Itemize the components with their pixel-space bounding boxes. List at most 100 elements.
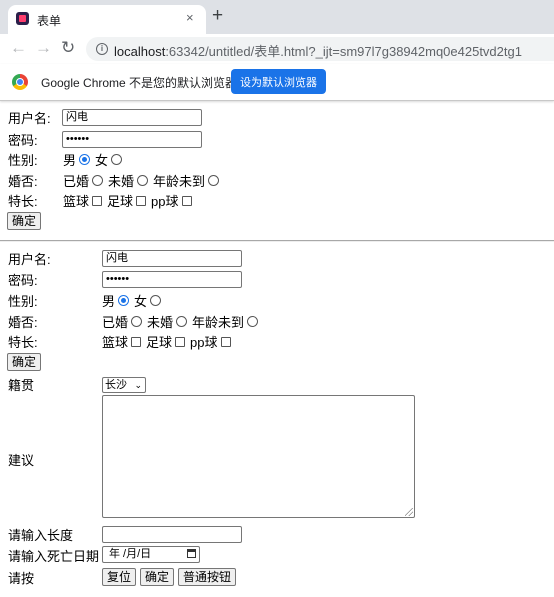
address-bar[interactable]: i localhost:63342/untitled/表单.html?_ijt=… — [86, 37, 554, 61]
default-browser-infobar: Google Chrome 不是您的默认浏览器 设为默认浏览器 — [0, 64, 554, 101]
skill-basketball-option[interactable]: 篮球 — [102, 332, 142, 351]
close-icon[interactable]: × — [186, 10, 194, 25]
gender-male-radio[interactable] — [79, 154, 91, 165]
skills-label: 特长: — [8, 194, 38, 209]
tab-active[interactable]: 表单 × — [8, 5, 206, 34]
reset-button[interactable]: 复位 — [102, 568, 137, 586]
marital-married-option[interactable]: 已婚 — [63, 171, 104, 190]
resize-handle[interactable] — [405, 508, 413, 516]
skill-basketball-label: 篮球 — [102, 335, 129, 350]
gender-male-label: 男 — [63, 153, 77, 168]
skill-pingpong-label: pp球 — [190, 335, 218, 350]
plus-icon[interactable]: + — [212, 5, 223, 27]
skill-basketball-option[interactable]: 篮球 — [63, 191, 103, 210]
infobar-message: Google Chrome 不是您的默认浏览器 — [41, 76, 238, 90]
password-label: 密码: — [8, 273, 38, 288]
marital-married-radio[interactable] — [131, 316, 143, 327]
back-arrow-icon[interactable]: ← — [10, 38, 27, 58]
section-divider — [0, 240, 554, 242]
form1-submit-button[interactable]: 确定 — [7, 212, 42, 230]
reload-icon[interactable]: ↻ — [61, 38, 75, 58]
marital-underage-radio[interactable] — [208, 175, 220, 186]
skill-pingpong-label: pp球 — [151, 194, 179, 209]
form2-gender-row: 性别: 男 女 — [8, 291, 166, 310]
marital-underage-radio[interactable] — [247, 316, 259, 327]
gender-female-label: 女 — [95, 153, 109, 168]
marital-unmarried-option[interactable]: 未婚 — [108, 171, 149, 190]
press-label: 请按 — [8, 571, 35, 586]
skill-basketball-label: 篮球 — [63, 194, 90, 209]
form2-username-row: 用户名: — [8, 249, 51, 268]
calendar-icon[interactable] — [187, 549, 196, 558]
form2-password-input[interactable]: •••••• — [102, 271, 242, 288]
skill-basketball-checkbox[interactable] — [92, 195, 103, 206]
forward-arrow-icon[interactable]: → — [35, 38, 52, 58]
form2-password-row: 密码: — [8, 270, 38, 289]
tab-title: 表单 — [37, 14, 62, 28]
gender-female-radio[interactable] — [111, 154, 123, 165]
gender-male-radio[interactable] — [118, 295, 130, 306]
tab-strip: 表单 × + — [0, 0, 554, 34]
gender-male-option[interactable]: 男 — [102, 291, 130, 310]
skill-basketball-checkbox[interactable] — [131, 336, 142, 347]
marital-underage-label: 年龄未到 — [192, 315, 245, 330]
form2-skills-row: 特长: 篮球 足球 pp球 — [8, 332, 236, 351]
length-input[interactable] — [102, 526, 242, 543]
death-date-row: 请输入死亡日期 — [8, 546, 99, 565]
username-label: 用户名: — [8, 252, 51, 267]
marital-label: 婚否: — [8, 174, 38, 189]
skill-pingpong-option[interactable]: pp球 — [190, 332, 231, 351]
suggestion-row: 建议 — [8, 450, 34, 469]
marital-unmarried-label: 未婚 — [147, 315, 174, 330]
form2-submit-button[interactable]: 确定 — [7, 353, 42, 371]
form1-marital-row: 婚否: 已婚 未婚 年龄未到 — [8, 171, 224, 190]
skill-football-option[interactable]: 足球 — [107, 191, 147, 210]
death-date-input[interactable]: 年 /月/日 — [102, 546, 200, 563]
marital-married-label: 已婚 — [102, 315, 129, 330]
gender-male-label: 男 — [102, 294, 116, 309]
normal-button[interactable]: 普通按钮 — [178, 568, 237, 586]
hometown-row: 籍贯 — [8, 375, 34, 394]
password-label: 密码: — [8, 133, 38, 148]
username-label: 用户名: — [8, 111, 51, 126]
chrome-logo-icon — [12, 74, 28, 90]
skill-football-checkbox[interactable] — [175, 336, 186, 347]
url-path: :63342/untitled/表单.html?_ijt=sm97l7g3894… — [165, 44, 522, 59]
form2-username-input[interactable]: 闪电 — [102, 250, 242, 267]
info-icon[interactable]: i — [96, 43, 108, 55]
marital-unmarried-option[interactable]: 未婚 — [147, 312, 188, 331]
gender-female-option[interactable]: 女 — [95, 150, 123, 169]
marital-unmarried-radio[interactable] — [137, 175, 149, 186]
url-host: localhost — [114, 44, 166, 59]
marital-underage-label: 年龄未到 — [153, 174, 206, 189]
url-text: localhost:63342/untitled/表单.html?_ijt=sm… — [114, 41, 522, 60]
marital-underage-option[interactable]: 年龄未到 — [153, 171, 220, 190]
gender-male-option[interactable]: 男 — [63, 150, 91, 169]
hometown-select[interactable]: 长沙 ⌄ — [102, 377, 146, 393]
skill-football-checkbox[interactable] — [136, 195, 147, 206]
gender-female-radio[interactable] — [150, 295, 162, 306]
press-row: 请按 — [8, 568, 34, 587]
confirm-button[interactable]: 确定 — [140, 568, 175, 586]
skill-pingpong-checkbox[interactable] — [181, 195, 192, 206]
death-date-placeholder: 年 /月/日 — [109, 548, 152, 560]
marital-married-radio[interactable] — [92, 175, 104, 186]
marital-underage-option[interactable]: 年龄未到 — [192, 312, 259, 331]
gender-female-label: 女 — [134, 294, 148, 309]
death-date-label: 请输入死亡日期 — [8, 549, 100, 564]
skill-football-label: 足球 — [146, 335, 173, 350]
set-default-browser-button[interactable]: 设为默认浏览器 — [231, 69, 326, 94]
marital-married-option[interactable]: 已婚 — [102, 312, 143, 331]
length-label: 请输入长度 — [8, 528, 74, 543]
hometown-selected-value: 长沙 — [105, 379, 127, 391]
suggestion-textarea[interactable] — [102, 395, 415, 518]
skill-pingpong-checkbox[interactable] — [220, 336, 231, 347]
skill-pingpong-option[interactable]: pp球 — [151, 191, 192, 210]
suggestion-label: 建议 — [8, 453, 35, 468]
marital-unmarried-radio[interactable] — [176, 316, 188, 327]
gender-female-option[interactable]: 女 — [134, 291, 162, 310]
form1-username-input[interactable]: 闪电 — [62, 109, 202, 126]
chevron-down-icon: ⌄ — [134, 380, 142, 390]
skill-football-option[interactable]: 足球 — [146, 332, 186, 351]
form1-password-input[interactable]: •••••• — [62, 131, 202, 148]
